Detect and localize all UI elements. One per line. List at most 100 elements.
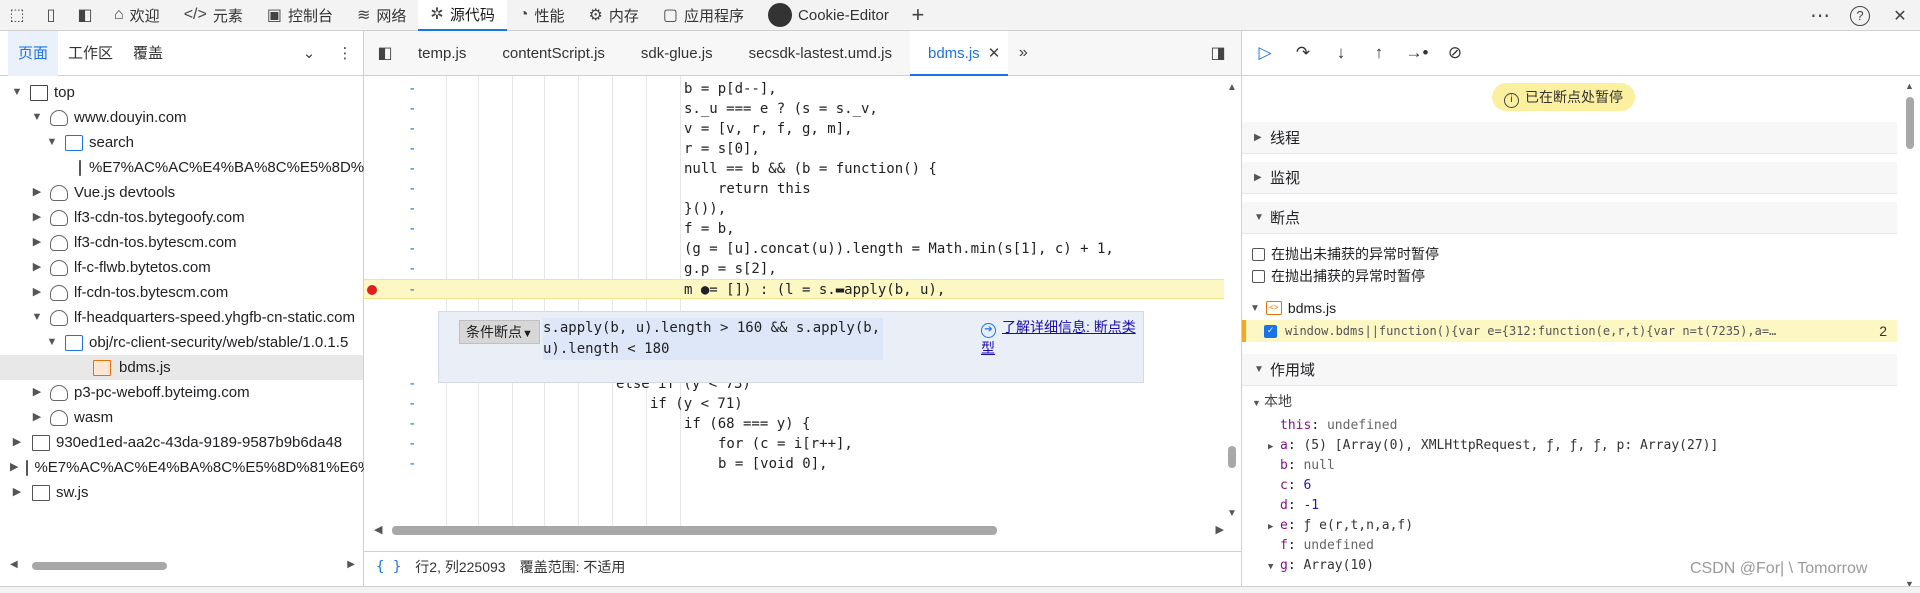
chevron-right-icon[interactable]: ▶ [30,280,44,305]
tab-overrides[interactable]: 覆盖 [123,31,173,76]
chevron-right-icon[interactable]: ▶ [1268,437,1280,457]
tree-item[interactable]: ▶ lf-c-flwb.bytetos.com [0,255,363,280]
chevron-right-icon[interactable]: ▶ [1268,517,1280,537]
tree-item[interactable]: ▶ lf3-cdn-tos.bytescm.com [0,230,363,255]
scrollbar-thumb[interactable] [1228,446,1236,468]
step-icon[interactable]: →• [1398,35,1436,71]
line-gutter-marker[interactable]: - [408,454,422,474]
pause-caught-exceptions[interactable]: 在抛出捕获的异常时暂停 [1252,265,1425,287]
line-gutter-marker[interactable]: - [408,219,422,239]
line-gutter-marker[interactable]: - [408,239,422,259]
editor-horizontal-scrollbar[interactable]: ◀ ▶ [374,523,1224,537]
tree-item[interactable]: ▶ lf-cdn-tos.bytescm.com [0,280,363,305]
line-gutter-marker[interactable]: - [408,259,422,279]
scroll-left-icon[interactable]: ◀ [10,559,18,570]
chevron-down-icon[interactable]: ▼ [10,80,24,105]
dock-sidebar-icon[interactable]: ◧ [68,0,102,31]
editor-tab-contentscript[interactable]: contentScript.js [484,31,623,76]
inspect-element-icon[interactable]: ⬚ [0,0,34,31]
checkbox[interactable] [1252,269,1265,283]
scope-variable[interactable]: ▶ a: (5) [Array(0), XMLHttpRequest, ƒ, ƒ,… [1268,436,1718,456]
line-gutter-marker[interactable]: - [408,280,422,300]
kebab-menu-icon[interactable]: ⋮ [327,44,363,62]
navigator-horizontal-scrollbar[interactable]: ◀ ▶ [10,559,355,571]
editor-vertical-scrollbar[interactable]: ▲ ▼ [1224,76,1240,526]
deactivate-breakpoints-icon[interactable]: ⊘ [1436,35,1474,71]
tab-workspace[interactable]: 工作区 [58,31,123,76]
step-over-icon[interactable]: ↷ [1284,35,1322,71]
breakpoint-checkbox[interactable]: ✓ [1264,324,1277,338]
checkbox[interactable] [1252,247,1265,261]
editor-tab-temp[interactable]: temp.js [400,31,484,76]
chevron-right-icon[interactable]: ▶ [30,255,44,280]
section-threads[interactable]: ▶ 线程 [1242,122,1897,154]
breakpoint-item[interactable]: ✓ window.bdms||function(){var e={312:func… [1242,320,1897,342]
chevron-right-icon[interactable]: ▶ [30,380,44,405]
line-gutter-marker[interactable]: - [408,159,422,179]
scope-variable[interactable]: b: null [1280,456,1335,476]
line-gutter-marker[interactable]: - [408,99,422,119]
chevron-right-icon[interactable]: ▶ [30,405,44,430]
tab-application[interactable]: ▢ 应用程序 [651,0,756,31]
chevron-right-icon[interactable]: ▶ [10,480,24,505]
chevron-down-icon[interactable]: ▼ [45,330,59,355]
scope-variable[interactable]: d: -1 [1280,496,1319,516]
pretty-print-button[interactable]: { } [376,559,401,575]
tab-cookie-editor[interactable]: Cookie-Editor [756,0,901,31]
editor-tab-secsdk[interactable]: secsdk-lastest.umd.js [731,31,910,76]
step-out-icon[interactable]: ↑ [1360,35,1398,71]
line-gutter-marker[interactable]: - [408,119,422,139]
section-scope[interactable]: ▼ 作用域 [1242,354,1897,386]
editor-tab-bdms[interactable]: bdms.js ✕ [910,30,1009,76]
breakpoint-marker-icon[interactable] [367,285,377,295]
breakpoint-file-group[interactable]: ▼ <> bdms.js [1250,297,1336,319]
more-options-icon[interactable]: ⋯ [1800,0,1840,31]
line-gutter-marker[interactable]: - [408,414,422,434]
learn-more-link[interactable]: ➔ 了解详细信息: 断点类型 [981,317,1143,358]
tab-memory[interactable]: ⚙ 内存 [577,0,651,31]
chevron-down-icon[interactable]: ▼ [1268,557,1280,577]
tab-performance[interactable]: ◔ 性能 [507,0,577,31]
device-toolbar-icon[interactable]: ▯ [34,0,68,31]
more-tabs-icon[interactable]: » [1008,44,1038,62]
section-breakpoints[interactable]: ▼ 断点 [1242,202,1897,234]
chevron-right-icon[interactable]: ▶ [30,230,44,255]
tree-item[interactable]: %E7%AC%AC%E4%BA%8C%E5%8D%8 [0,155,372,180]
scope-variable[interactable]: this: undefined [1280,416,1397,436]
breakpoint-type-select[interactable]: 条件断点▼ [459,320,540,344]
line-gutter-marker[interactable]: - [408,79,422,99]
tree-item[interactable]: ▶ %E7%AC%AC%E4%BA%8C%E5%8D%81%E6% [0,455,371,480]
tab-page[interactable]: 页面 [8,30,59,76]
scroll-up-icon[interactable]: ▲ [1227,82,1237,93]
help-icon[interactable]: ? [1840,0,1880,31]
tree-item[interactable]: ▼ top [0,80,363,105]
tree-item[interactable]: ▼ lf-headquarters-speed.yhgfb-cn-static.c… [0,305,363,330]
scope-variable[interactable]: c: 6 [1280,476,1311,496]
tree-item[interactable]: bdms.js [0,355,363,380]
tree-item[interactable]: ▼ search [0,130,363,155]
line-gutter-marker[interactable]: - [408,179,422,199]
add-tab-icon[interactable]: + [901,0,935,31]
tree-item[interactable]: ▼ www.douyin.com [0,105,363,130]
chevron-down-icon[interactable]: ▼ [30,305,44,330]
tab-sources[interactable]: ✲ 源代码 [418,0,507,31]
close-tab-icon[interactable]: ✕ [988,45,1001,62]
scroll-left-icon[interactable]: ◀ [374,523,382,536]
scroll-right-icon[interactable]: ▶ [1216,523,1224,536]
debugger-vertical-scrollbar[interactable]: ▲ ▼ [1904,81,1916,591]
scroll-right-icon[interactable]: ▶ [347,559,355,570]
tree-item[interactable]: ▶ 930ed1ed-aa2c-43da-9189-9587b9b6da48 [0,430,363,455]
tab-welcome[interactable]: ⌂ 欢迎 [102,0,172,31]
tab-elements[interactable]: </> 元素 [172,0,255,31]
chevron-right-icon[interactable]: ▶ [30,180,44,205]
tree-item[interactable]: ▶ sw.js [0,480,363,505]
line-gutter-marker[interactable]: - [408,199,422,219]
code-area[interactable]: - b = p[d--], - s._u === e ? (s = s._v, - v =… [364,76,1242,526]
scope-variable[interactable]: ▼ g: Array(10) [1268,556,1374,576]
chevron-right-icon[interactable]: ▶ [30,205,44,230]
chevron-right-icon[interactable]: ▶ [10,455,18,480]
toggle-debugger-icon[interactable]: ◨ [1203,43,1233,63]
tab-console[interactable]: ▣ 控制台 [255,0,345,31]
editor-tab-sdk-glue[interactable]: sdk-glue.js [623,31,731,76]
scrollbar-thumb[interactable] [32,562,167,570]
